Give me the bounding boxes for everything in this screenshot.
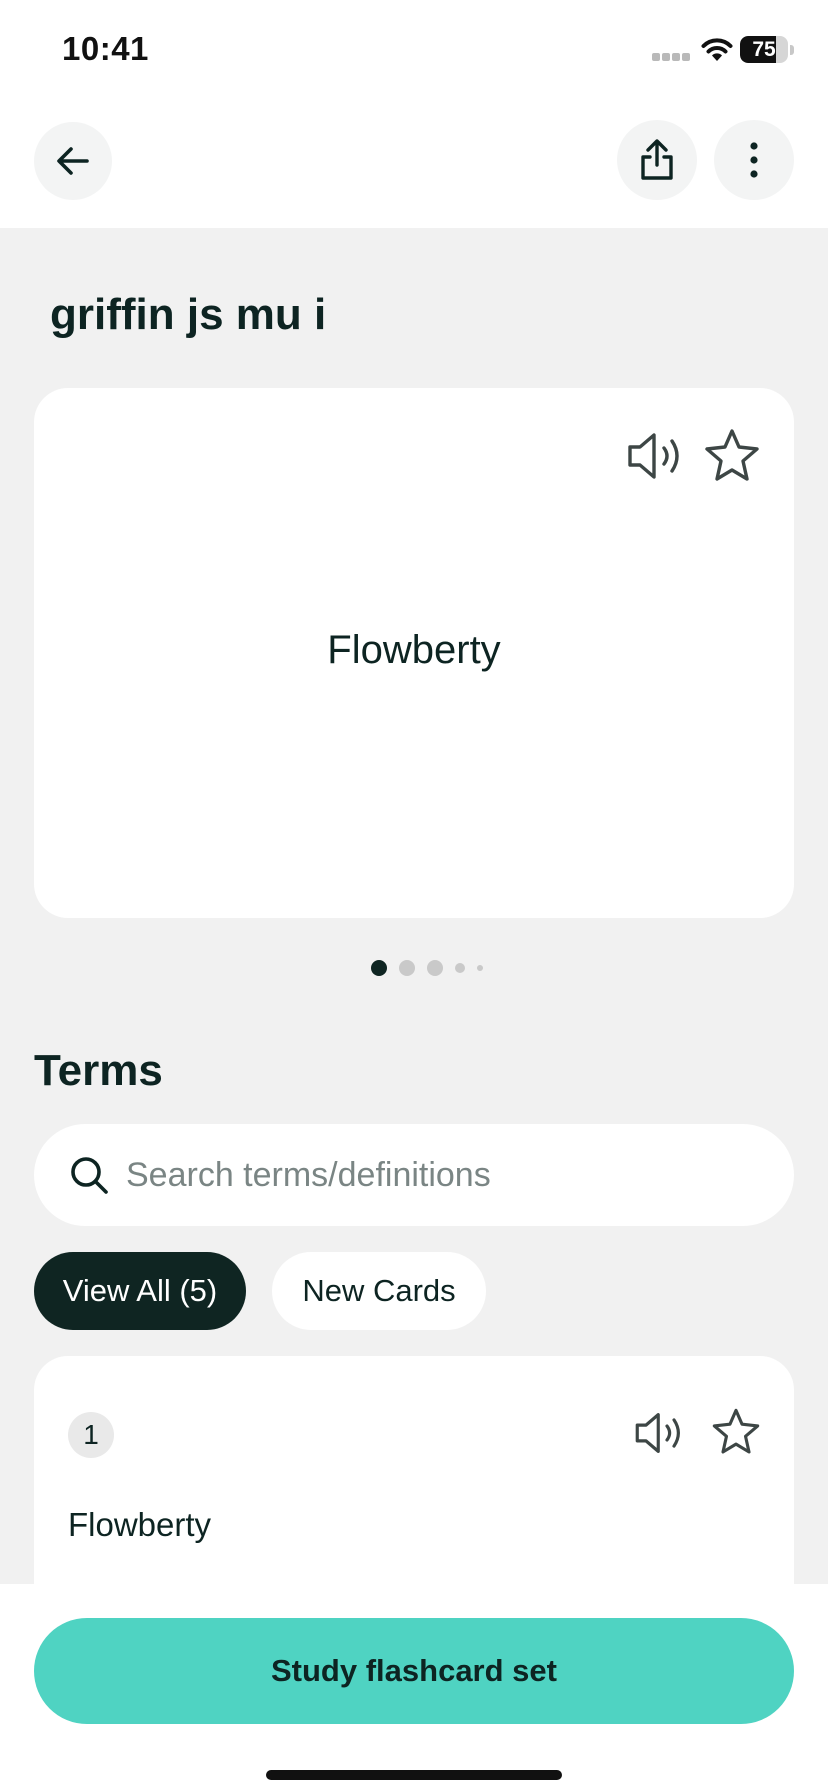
pager-dot (455, 963, 465, 973)
star-icon[interactable] (702, 426, 762, 486)
battery-icon: 75 (740, 36, 796, 63)
terms-heading: Terms (34, 1046, 163, 1095)
status-bar: 10:41 75 (0, 0, 828, 100)
battery-level: 75 (752, 38, 776, 61)
flashcard[interactable]: Flowberty (34, 388, 794, 918)
toolbar (0, 100, 828, 228)
card-pager (0, 958, 828, 978)
more-vertical-icon (750, 142, 758, 178)
top-region: 10:41 75 (0, 0, 828, 228)
pager-dot (427, 960, 443, 976)
cellular-signal-icon (652, 53, 692, 63)
pager-dot (371, 960, 387, 976)
term-text: Flowberty (68, 1506, 212, 1543)
arrow-left-icon (57, 147, 89, 175)
study-flashcard-set-button[interactable]: Study flashcard set (34, 1618, 794, 1724)
flashcard-term: Flowberty (327, 628, 501, 672)
term-list-item[interactable]: 1 Flowberty (34, 1356, 794, 1616)
bottom-bar: Study flashcard set (0, 1584, 828, 1792)
speaker-icon[interactable] (624, 428, 688, 484)
share-button[interactable] (617, 120, 697, 200)
pager-dot (399, 960, 415, 976)
back-button[interactable] (34, 122, 112, 200)
pager-dot (477, 965, 483, 971)
star-icon[interactable] (710, 1406, 762, 1458)
status-time: 10:41 (62, 30, 149, 67)
share-icon (641, 139, 673, 180)
speaker-icon[interactable] (632, 1408, 688, 1458)
deck-title: griffin js mu i (50, 290, 327, 339)
filter-view-all-chip[interactable]: View All (5) (34, 1252, 246, 1330)
search-icon (71, 1157, 108, 1194)
home-indicator (266, 1770, 562, 1780)
search-box[interactable] (34, 1124, 794, 1226)
search-input[interactable] (126, 1124, 766, 1226)
more-options-button[interactable] (714, 120, 794, 200)
filter-new-cards-chip[interactable]: New Cards (272, 1252, 486, 1330)
term-number-badge: 1 (68, 1412, 114, 1458)
wifi-icon (701, 38, 733, 61)
